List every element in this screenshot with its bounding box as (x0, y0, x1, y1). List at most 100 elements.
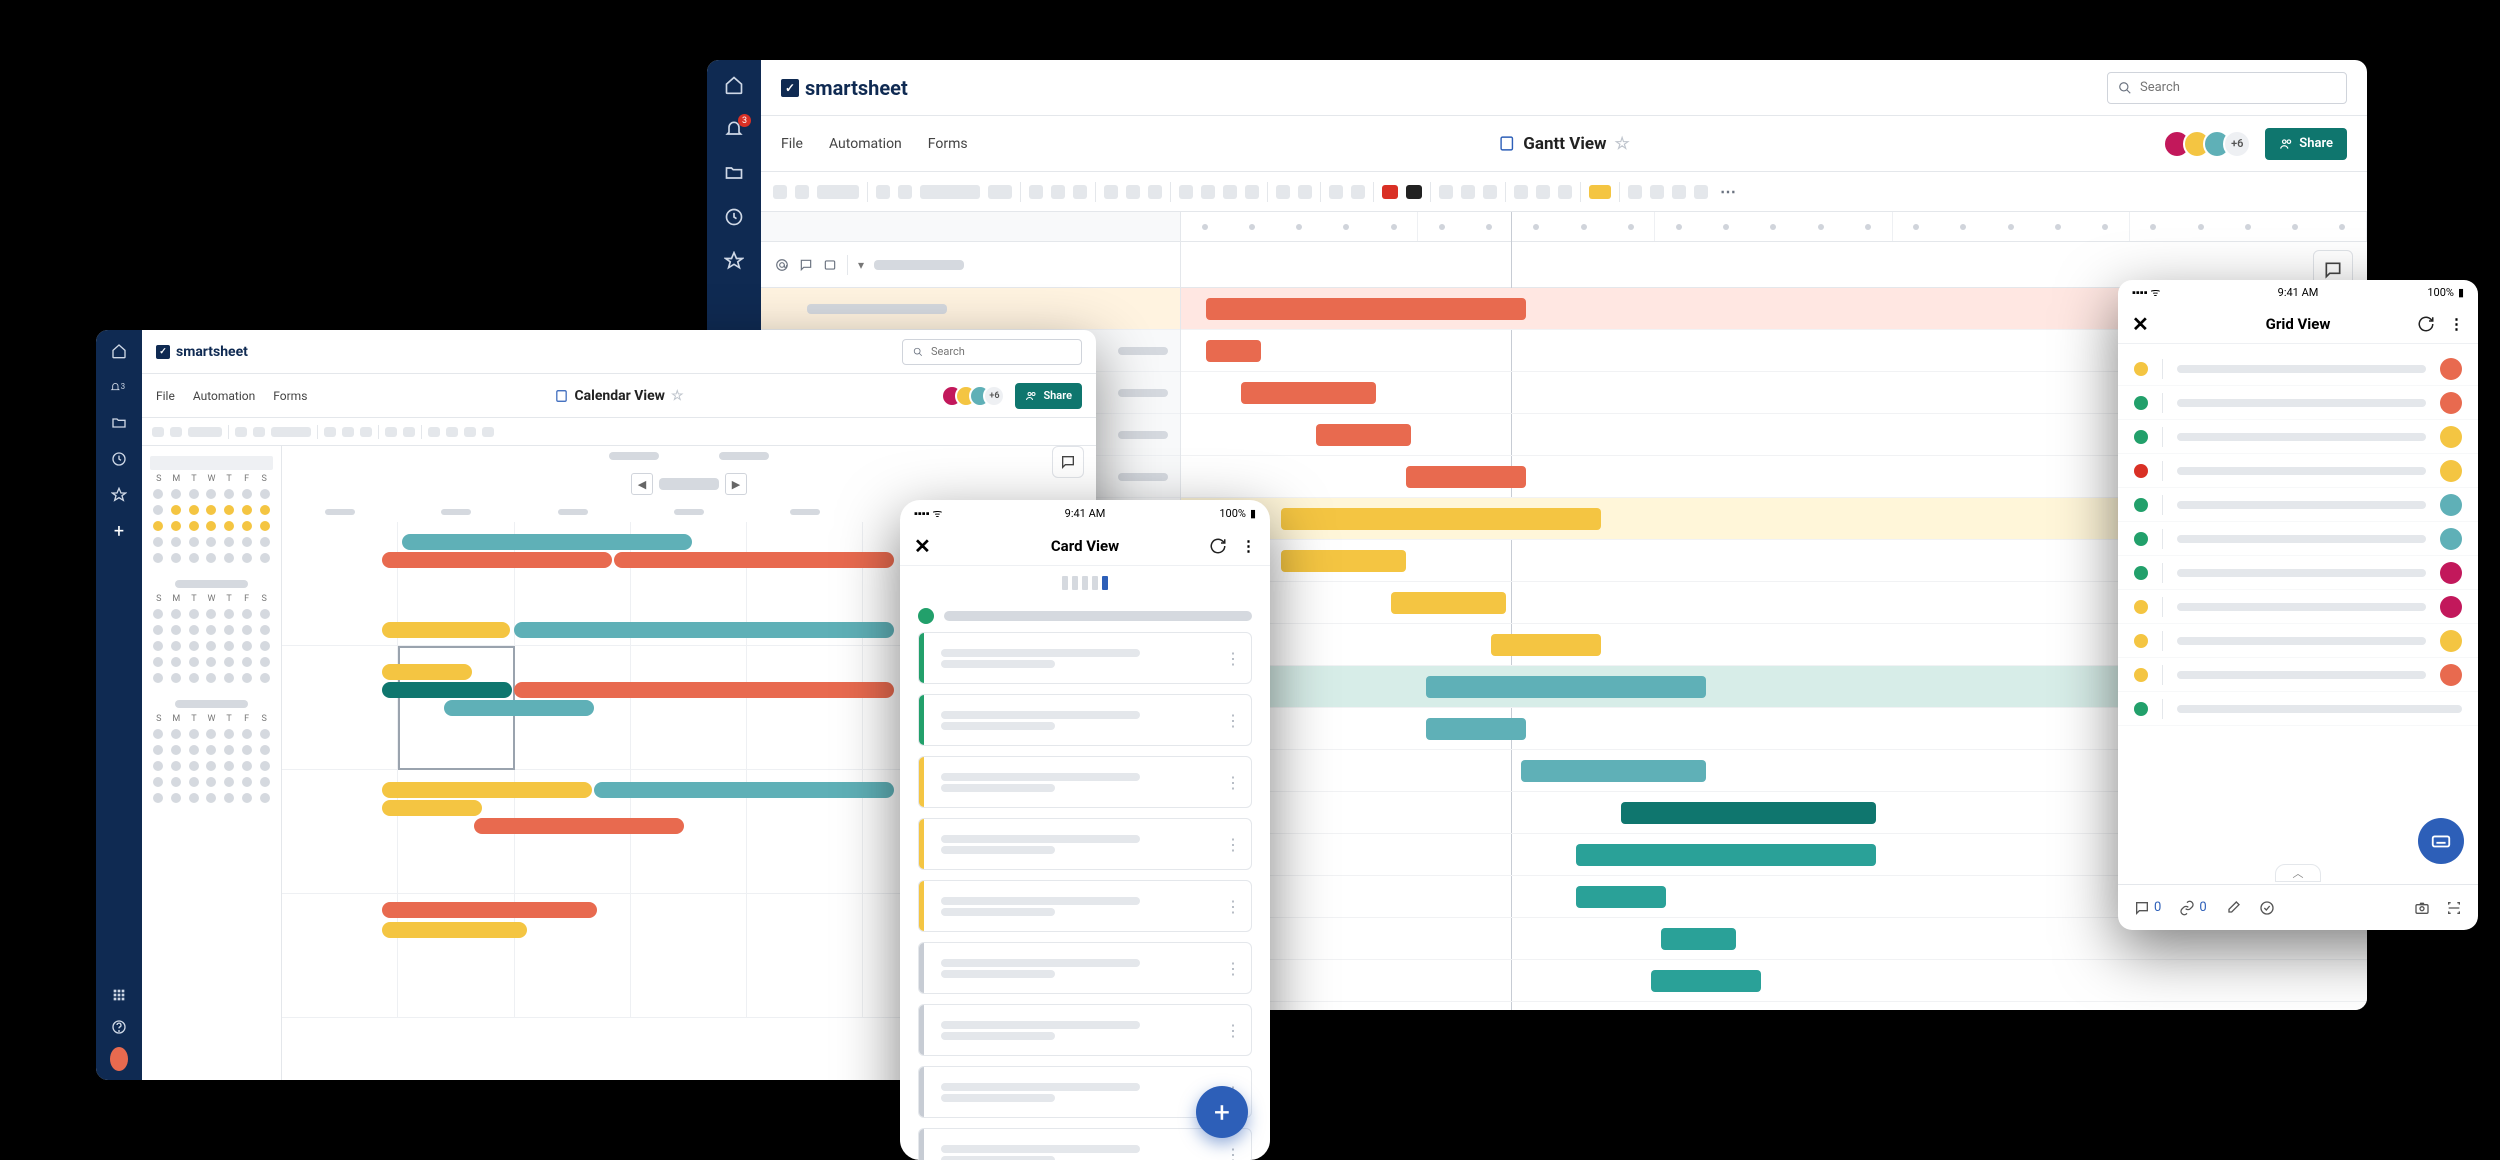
card-item[interactable]: ⋮ (918, 818, 1252, 870)
refresh-icon[interactable] (2417, 315, 2435, 333)
toolbar-item[interactable] (1148, 185, 1162, 199)
share-button[interactable]: Share (2265, 128, 2347, 160)
toolbar-item[interactable] (464, 427, 476, 437)
folder-icon[interactable] (723, 162, 745, 184)
grid-row[interactable] (2118, 522, 2478, 556)
toolbar-item[interactable] (324, 427, 336, 437)
card-menu-icon[interactable]: ⋮ (1225, 773, 1241, 792)
card-menu-icon[interactable]: ⋮ (1225, 649, 1241, 668)
gantt-bar[interactable] (1576, 844, 1876, 866)
search-input[interactable] (931, 345, 1071, 358)
add-icon[interactable]: + (110, 522, 128, 540)
gantt-bar[interactable] (1241, 382, 1376, 404)
toolbar-item[interactable] (1179, 185, 1193, 199)
toolbar-item[interactable] (1514, 185, 1528, 199)
attachments-button[interactable]: 0 (2179, 900, 2206, 916)
star-icon[interactable]: ☆ (671, 388, 684, 404)
gantt-bar[interactable] (1206, 340, 1261, 362)
card-menu-icon[interactable]: ⋮ (1225, 897, 1241, 916)
user-avatar[interactable] (110, 1050, 128, 1068)
toolbar-item[interactable] (1536, 185, 1550, 199)
toolbar-item[interactable] (253, 427, 265, 437)
home-icon[interactable] (723, 74, 745, 96)
card-menu-icon[interactable]: ⋮ (1225, 959, 1241, 978)
mini-calendar-later[interactable]: SMTWTFS (150, 700, 273, 806)
toolbar-item[interactable] (920, 185, 980, 199)
gantt-bar[interactable] (1426, 718, 1526, 740)
calendar-event-bar[interactable] (474, 818, 684, 834)
toolbar-item[interactable] (1051, 185, 1065, 199)
gantt-section-row[interactable] (761, 288, 1180, 330)
toolbar-overflow-icon[interactable]: ⋯ (1720, 182, 1736, 201)
toolbar-item[interactable] (1245, 185, 1259, 199)
notifications-icon[interactable]: 3 (723, 118, 745, 140)
toolbar-item[interactable] (428, 427, 440, 437)
toolbar-item[interactable] (1461, 185, 1475, 199)
proof-button[interactable] (2259, 900, 2275, 916)
gantt-bar[interactable] (1661, 928, 1736, 950)
gantt-bar[interactable] (1406, 466, 1526, 488)
toolbar-item[interactable] (988, 185, 1012, 199)
chevron-down-icon[interactable]: ▾ (858, 258, 864, 272)
grid-row[interactable] (2118, 658, 2478, 692)
toolbar-item[interactable] (342, 427, 354, 437)
card-menu-icon[interactable]: ⋮ (1225, 1145, 1241, 1160)
gantt-bar[interactable] (1391, 592, 1506, 614)
toolbar-item[interactable] (1439, 185, 1453, 199)
mini-calendar-current[interactable]: SMTWTFS (150, 456, 273, 566)
toolbar-item[interactable] (1073, 185, 1087, 199)
favorites-icon[interactable] (723, 250, 745, 272)
calendar-event-bar[interactable] (514, 622, 894, 638)
comments-button[interactable]: 0 (2134, 900, 2161, 916)
menu-forms[interactable]: Forms (928, 136, 968, 152)
grid-row[interactable] (2118, 352, 2478, 386)
toolbar-color[interactable] (1406, 185, 1422, 199)
menu-file[interactable]: File (156, 389, 175, 403)
toolbar-item[interactable] (1126, 185, 1140, 199)
toolbar-item[interactable] (795, 185, 809, 199)
calendar-event-bar[interactable] (402, 534, 692, 550)
toolbar-item[interactable] (898, 185, 912, 199)
toolbar-item[interactable] (385, 427, 397, 437)
toolbar-item[interactable] (152, 427, 164, 437)
card-item[interactable]: ⋮ (918, 694, 1252, 746)
gantt-bar[interactable] (1426, 676, 1706, 698)
calendar-event-bar[interactable] (382, 902, 597, 918)
more-icon[interactable]: ⋮ (2449, 315, 2464, 333)
toolbar-item[interactable] (1104, 185, 1118, 199)
recents-icon[interactable] (110, 450, 128, 468)
refresh-icon[interactable] (1209, 537, 1227, 555)
grid-row[interactable] (2118, 386, 2478, 420)
toolbar-color[interactable] (1382, 185, 1398, 199)
calendar-event-bar[interactable] (614, 552, 894, 568)
gantt-bar[interactable] (1316, 424, 1411, 446)
toolbar-item[interactable] (188, 427, 222, 437)
card-lane-tabs[interactable] (900, 566, 1270, 600)
prev-month-button[interactable]: ◀ (631, 473, 653, 495)
help-icon[interactable] (110, 1018, 128, 1036)
grid-row[interactable] (2118, 590, 2478, 624)
camera-button[interactable] (2414, 900, 2430, 916)
gantt-timeline-row[interactable] (1181, 960, 2367, 1002)
gantt-bar[interactable] (1281, 550, 1406, 572)
calendar-event-bar[interactable] (594, 782, 894, 798)
toolbar-item[interactable] (1201, 185, 1215, 199)
calendar-event-bar[interactable] (382, 622, 510, 638)
toolbar-item[interactable] (403, 427, 415, 437)
grid-row[interactable] (2118, 624, 2478, 658)
toolbar-item[interactable] (360, 427, 372, 437)
toolbar-highlight[interactable] (1589, 185, 1611, 199)
card-item[interactable]: ⋮ (918, 756, 1252, 808)
calendar-event-bar[interactable] (382, 682, 512, 698)
calendar-event-bar[interactable] (444, 700, 594, 716)
card-menu-icon[interactable]: ⋮ (1225, 1021, 1241, 1040)
calendar-event-bar[interactable] (514, 682, 894, 698)
calendar-event-bar[interactable] (382, 782, 592, 798)
toolbar-item[interactable] (1223, 185, 1237, 199)
gantt-bar[interactable] (1521, 760, 1706, 782)
notifications-icon[interactable]: 3 (110, 378, 128, 396)
grid-row[interactable] (2118, 454, 2478, 488)
close-icon[interactable]: ✕ (914, 534, 931, 558)
toolbar-item[interactable] (170, 427, 182, 437)
mini-calendar-next[interactable]: SMTWTFS (150, 580, 273, 686)
